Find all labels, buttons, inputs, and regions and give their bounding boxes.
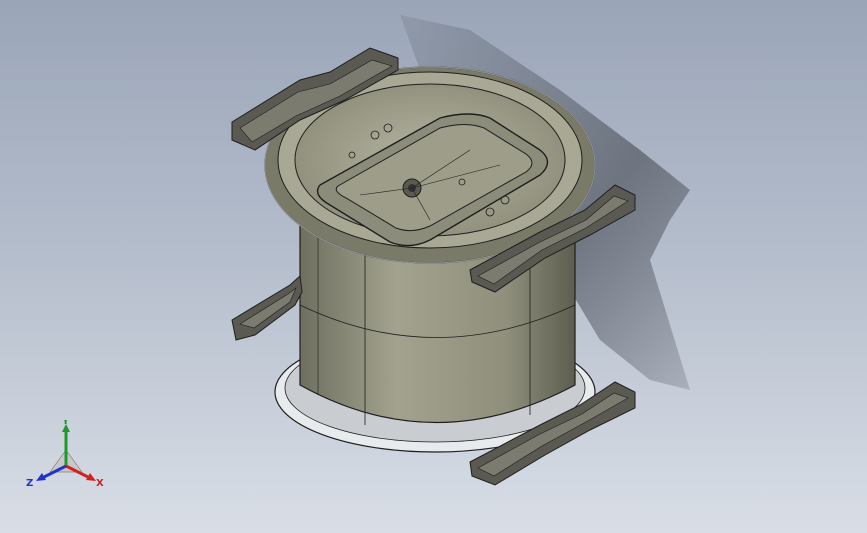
x-axis-label: X (96, 478, 104, 489)
y-axis-label: Y (61, 420, 70, 427)
cad-viewport[interactable]: Y X Z (0, 0, 867, 533)
3d-model-view[interactable] (0, 0, 867, 533)
z-axis-label: Z (26, 478, 33, 489)
axis-triad: Y X Z (26, 420, 104, 489)
bracket-mid-left (231, 274, 303, 341)
